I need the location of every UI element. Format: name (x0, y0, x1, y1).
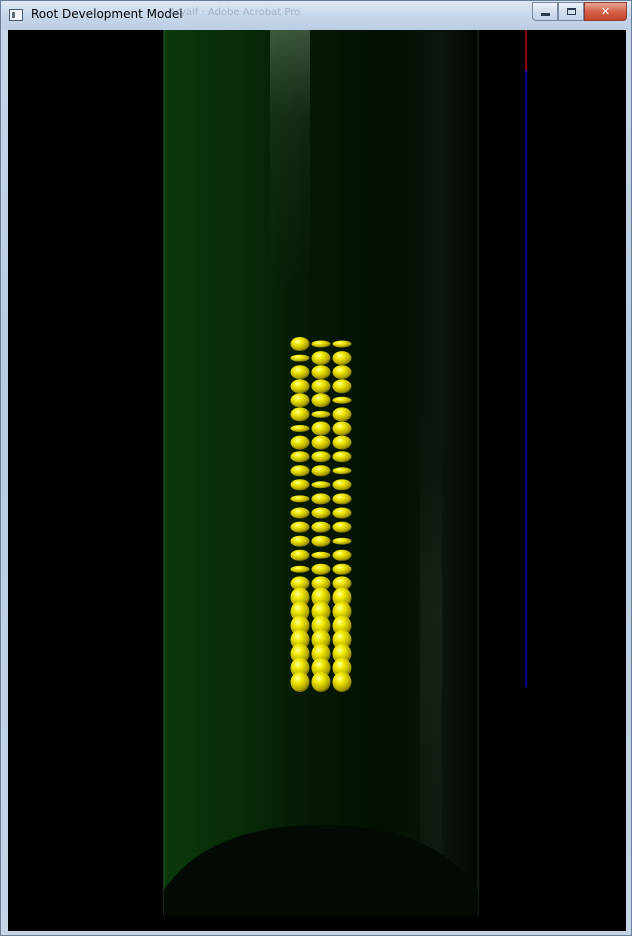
cell (290, 549, 310, 561)
cell (311, 481, 331, 489)
cell (290, 451, 310, 463)
cell (290, 435, 310, 450)
cell (290, 507, 310, 519)
cell (290, 337, 310, 351)
root-scene (163, 30, 527, 916)
cell (311, 365, 331, 380)
cell (311, 551, 331, 559)
cell (311, 410, 331, 418)
app-icon[interactable] (9, 9, 23, 21)
cell (332, 451, 352, 463)
cell (311, 507, 331, 519)
app-window: Root Development Model Aryalf · Adobe Ac… (0, 0, 632, 936)
cell (290, 535, 310, 547)
cell (290, 672, 310, 692)
cell (311, 521, 331, 533)
minimize-icon (540, 13, 550, 16)
cell (311, 672, 331, 692)
cell (332, 479, 352, 491)
cell (311, 435, 331, 450)
cell (311, 451, 331, 463)
cell (332, 365, 352, 380)
title-bar[interactable]: Root Development Model Aryalf · Adobe Ac… (1, 1, 631, 30)
cell-grid (290, 337, 352, 692)
close-button[interactable]: ✕ (584, 2, 627, 21)
cell (332, 379, 352, 394)
cell (290, 393, 310, 408)
cell (332, 563, 352, 575)
cell (311, 393, 331, 408)
cell (290, 379, 310, 394)
cell (311, 493, 331, 505)
cell (332, 467, 352, 475)
minimize-button[interactable] (532, 2, 558, 21)
cell (332, 507, 352, 519)
window-title: Root Development Model (31, 7, 183, 21)
3d-viewport[interactable] (8, 30, 626, 931)
cell (290, 465, 310, 477)
cell (332, 396, 352, 404)
cell (332, 537, 352, 545)
cell (332, 421, 352, 436)
cell (290, 365, 310, 380)
cylinder-highlight-right (420, 410, 442, 910)
cell (311, 563, 331, 575)
cell (332, 351, 352, 366)
cell (290, 521, 310, 533)
cell (332, 435, 352, 450)
cell (311, 465, 331, 477)
cell (290, 354, 310, 362)
cell (290, 565, 310, 573)
cell (311, 535, 331, 547)
cell (332, 549, 352, 561)
cell (332, 672, 352, 692)
background-window-title: Aryalf · Adobe Acrobat Pro (169, 7, 301, 18)
cylinder-highlight (270, 30, 310, 290)
cell (332, 340, 352, 348)
cell (290, 425, 310, 432)
cell (311, 421, 331, 436)
maximize-button[interactable] (558, 2, 584, 21)
caption-buttons: ✕ (532, 2, 627, 21)
close-icon: ✕ (600, 5, 611, 18)
cell (290, 479, 310, 491)
cell (311, 340, 331, 348)
cell (332, 493, 352, 505)
cell (311, 379, 331, 394)
cell (290, 407, 310, 422)
maximize-icon (566, 8, 576, 15)
cell (332, 521, 352, 533)
cell (311, 351, 331, 366)
cell (290, 495, 310, 503)
cell (332, 407, 352, 422)
